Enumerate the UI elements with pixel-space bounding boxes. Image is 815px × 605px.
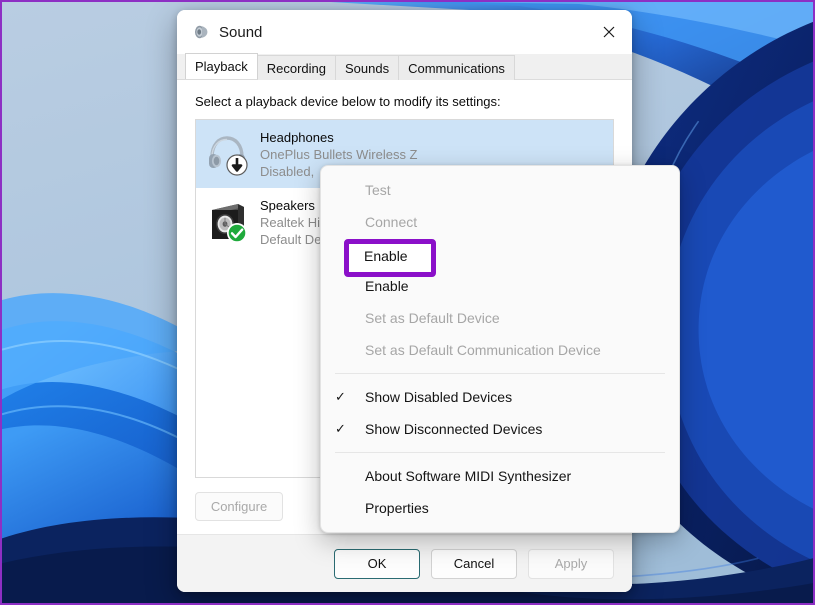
- tab-sounds[interactable]: Sounds: [335, 55, 399, 80]
- menu-item-about-software-midi-synthesizer[interactable]: About Software MIDI Synthesizer: [321, 460, 679, 492]
- menu-item-enable[interactable]: Enable: [321, 270, 679, 302]
- menu-item-label: Properties: [365, 500, 679, 516]
- tab-recording[interactable]: Recording: [257, 55, 336, 80]
- dialog-titlebar: Sound: [177, 10, 632, 54]
- menu-item-show-disabled-devices[interactable]: ✓ Show Disabled Devices: [321, 381, 679, 413]
- cancel-button[interactable]: Cancel: [431, 549, 517, 579]
- menu-item-label: Set as Default Communication Device: [365, 342, 679, 358]
- dialog-title: Sound: [219, 24, 262, 41]
- dialog-footer: OK Cancel Apply: [177, 534, 632, 592]
- device-name: Headphones: [260, 129, 418, 146]
- menu-separator: [335, 452, 665, 453]
- menu-item-set-as-default-communication-device[interactable]: Set as Default Communication Device: [321, 334, 679, 366]
- ok-button[interactable]: OK: [334, 549, 420, 579]
- menu-item-test[interactable]: Test: [321, 174, 679, 206]
- tab-recording-label: Recording: [267, 61, 326, 76]
- checkmark-icon: ✓: [335, 389, 365, 405]
- menu-separator: [335, 373, 665, 374]
- apply-button[interactable]: Apply: [528, 549, 614, 579]
- menu-item-properties[interactable]: Properties: [321, 492, 679, 524]
- tab-playback[interactable]: Playback: [185, 53, 258, 79]
- tab-communications-label: Communications: [408, 61, 505, 76]
- menu-item-connect[interactable]: Connect: [321, 206, 679, 238]
- menu-item-label: Show Disabled Devices: [365, 389, 679, 405]
- default-check-badge: [226, 222, 248, 244]
- tab-playback-label: Playback: [195, 59, 248, 74]
- close-icon[interactable]: [586, 10, 632, 54]
- menu-item-label: Show Disconnected Devices: [365, 421, 679, 437]
- menu-item-label: Set as Default Device: [365, 310, 679, 326]
- tab-communications[interactable]: Communications: [398, 55, 515, 80]
- menu-item-label: About Software MIDI Synthesizer: [365, 468, 679, 484]
- device-context-menu: Test Connect Disconnect Enable Set as De…: [320, 165, 680, 533]
- speaker-box-icon: [204, 198, 250, 244]
- headphones-icon: [204, 130, 250, 176]
- menu-item-disconnect[interactable]: Disconnect: [321, 238, 679, 270]
- screenshot-frame: Sound Playback Recording Sounds Communic…: [0, 0, 815, 605]
- checkmark-icon: ✓: [335, 421, 365, 437]
- menu-item-show-disconnected-devices[interactable]: ✓ Show Disconnected Devices: [321, 413, 679, 445]
- menu-item-label: Disconnect: [365, 246, 679, 262]
- speaker-icon: [191, 23, 209, 41]
- configure-button[interactable]: Configure: [195, 492, 283, 521]
- menu-item-label: Connect: [365, 214, 679, 230]
- disabled-badge: [226, 154, 248, 176]
- pane-prompt: Select a playback device below to modify…: [195, 94, 614, 109]
- tab-sounds-label: Sounds: [345, 61, 389, 76]
- tab-bar: Playback Recording Sounds Communications: [177, 54, 632, 80]
- menu-item-label: Enable: [365, 278, 679, 294]
- menu-item-set-as-default-device[interactable]: Set as Default Device: [321, 302, 679, 334]
- menu-item-label: Test: [365, 182, 679, 198]
- device-description: OnePlus Bullets Wireless Z: [260, 146, 418, 163]
